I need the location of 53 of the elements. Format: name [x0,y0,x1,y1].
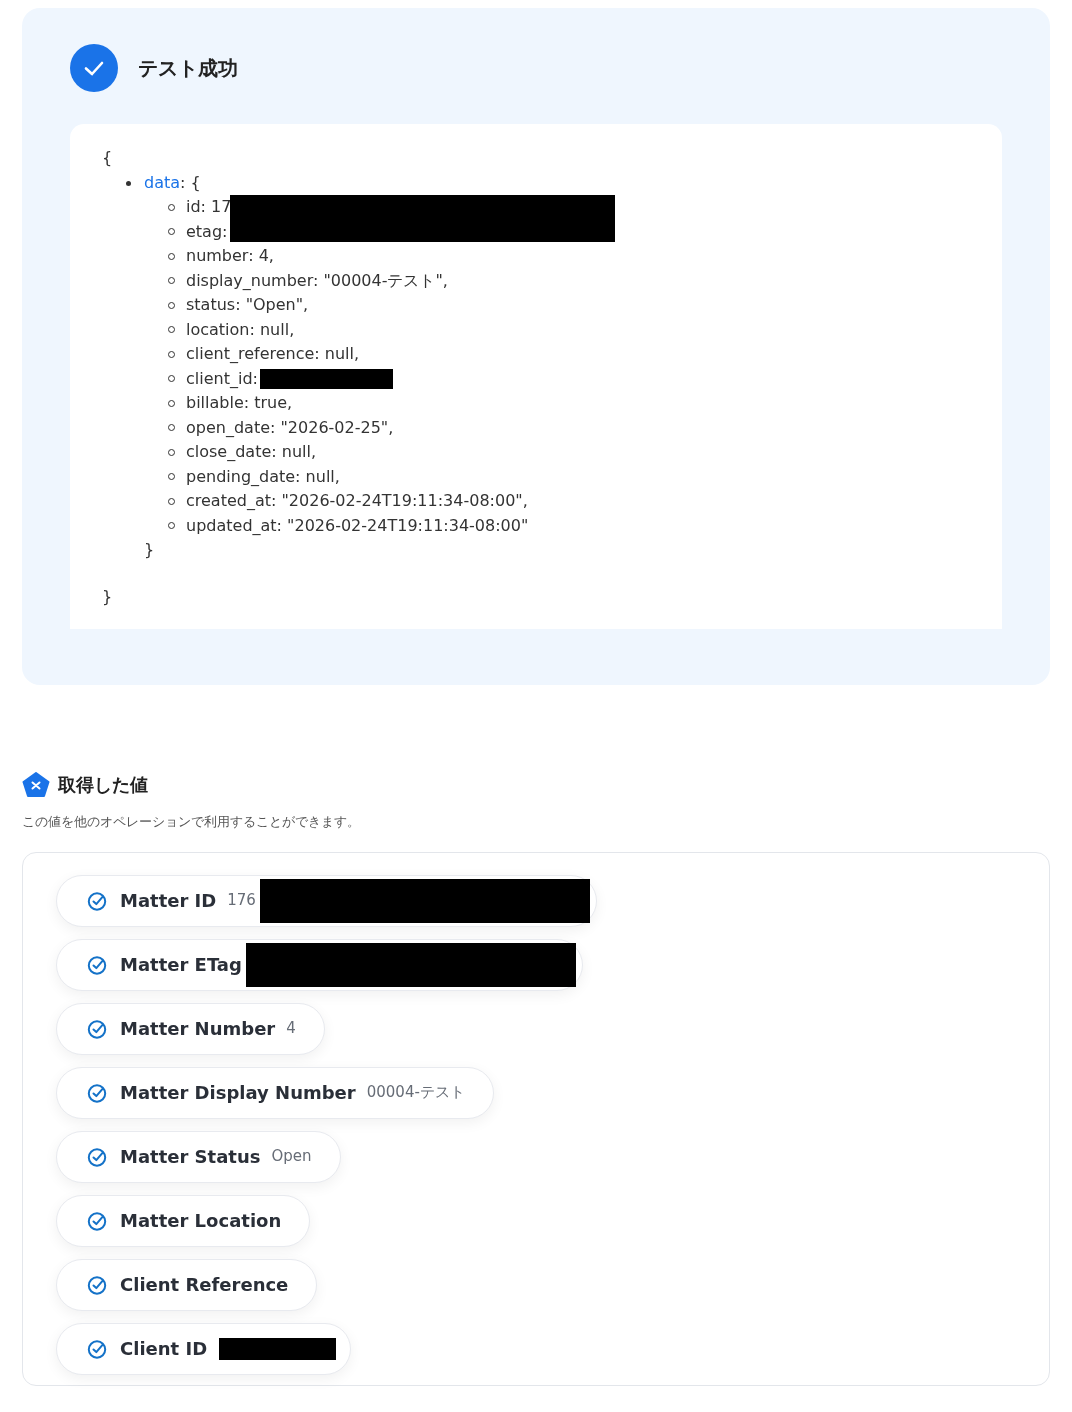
value-text: Open [271,1146,312,1168]
check-circle-icon [87,1274,107,1295]
value-pill[interactable]: Matter Location [56,1194,311,1247]
value-pill[interactable]: Matter ETag [56,938,583,991]
value-text: 176 [227,890,256,912]
pentagon-x-icon [22,771,50,798]
field-text: location: null, [186,318,295,341]
check-circle-icon [87,890,107,911]
check-icon [70,44,118,92]
field-text: number: 4, [186,245,274,267]
check-circle-icon [87,954,107,975]
brace-text: : { [180,172,201,192]
value-text: 4 [286,1018,296,1040]
field-text: open_date: "2026-02-25", [186,416,394,439]
check-circle-icon [87,1018,107,1039]
value-label: Client Reference [120,1273,289,1297]
field-text: updated_at: "2026-02-24T19:11:34-08:00" [186,514,529,537]
brace-text: { [102,147,114,169]
data-key: data [144,172,181,192]
value-pill[interactable]: Matter ID 176 [56,874,597,927]
field-text: client_id: [186,367,258,390]
value-label: Matter Location [120,1209,282,1233]
brace-text: } [102,585,114,608]
section-description: この値を他のオペレーションで利用することができます。 [22,813,361,831]
check-circle-icon [87,1146,107,1167]
section-title: 取得した値 [58,773,148,797]
value-label: Client ID [120,1337,208,1361]
field-text: client_reference: null, [186,343,360,365]
field-text: created_at: "2026-02-24T19:11:34-08:00", [186,490,528,512]
field-text: id: 17 [186,196,232,218]
check-circle-icon [87,1210,107,1231]
bullet-icon [126,180,131,186]
value-label: Matter ID [120,889,217,913]
brace-text: } [144,539,156,561]
value-label: Matter ETag [120,953,242,977]
value-text: 00004-テスト [366,1082,465,1104]
result-title: テスト成功 [138,55,238,82]
field-text: close_date: null, [186,441,317,463]
check-circle-icon [87,1338,107,1359]
value-label: Matter Status [120,1145,261,1169]
field-text: display_number: "00004-テスト", [186,269,448,292]
field-text: status: "Open", [186,294,309,316]
value-pill[interactable]: Matter Status Open [56,1130,341,1183]
value-pill[interactable]: Matter Display Number 00004-テスト [56,1066,494,1119]
value-pill[interactable]: Client Reference [56,1258,318,1311]
value-label: Matter Display Number [120,1081,356,1105]
value-label: Matter Number [120,1017,276,1041]
check-circle-icon [87,1082,107,1103]
value-pill[interactable]: Matter Number 4 [56,1002,325,1055]
field-text: pending_date: null, [186,465,340,488]
value-pill[interactable]: Client ID [56,1322,352,1375]
field-text: billable: true, [186,392,293,414]
field-text: etag: [186,220,228,243]
